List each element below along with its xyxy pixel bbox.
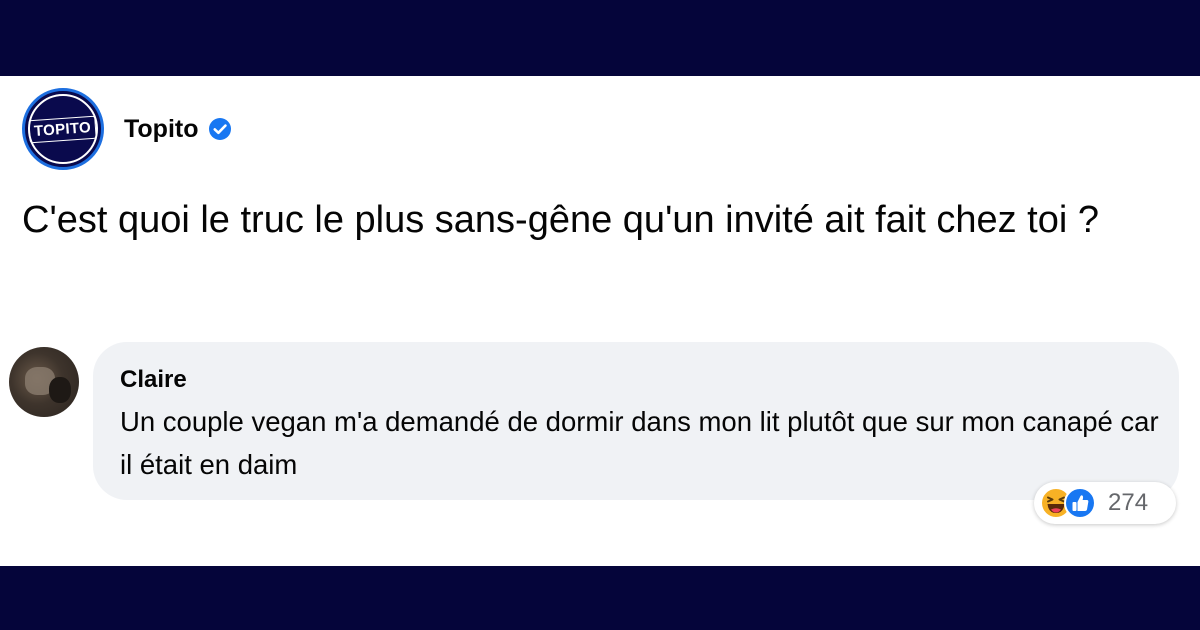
reactions-summary[interactable]: 274 xyxy=(1034,482,1176,524)
verified-badge-icon xyxy=(208,118,231,140)
avatar[interactable] xyxy=(9,347,79,417)
comment-bubble: Claire Un couple vegan m'a demandé de do… xyxy=(93,342,1179,500)
bottom-band xyxy=(0,566,1200,630)
reaction-count: 274 xyxy=(1108,489,1149,516)
like-reaction-icon xyxy=(1064,487,1096,519)
post-text: C'est quoi le truc le plus sans-gêne qu'… xyxy=(22,199,1100,241)
post-header: TOPITO Topito xyxy=(22,88,232,170)
page-name[interactable]: Topito xyxy=(124,115,199,144)
post-image-frame: TOPITO Topito C'est quoi le truc le plus… xyxy=(0,0,1200,630)
comment-text: Un couple vegan m'a demandé de dormir da… xyxy=(120,406,1159,480)
comment-author[interactable]: Claire xyxy=(120,366,187,394)
page-logo[interactable]: TOPITO xyxy=(22,88,104,170)
logo-text: TOPITO xyxy=(28,115,98,143)
top-band xyxy=(0,0,1200,76)
